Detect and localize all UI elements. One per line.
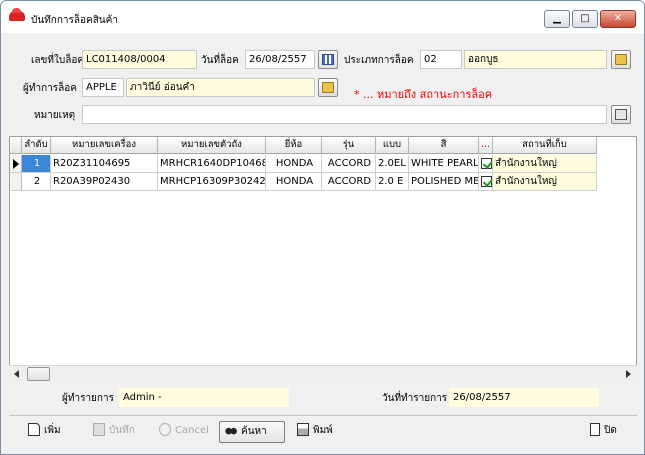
save-disk-icon xyxy=(93,422,105,436)
status-legend-note: * ... หมายถึง สถานะการล็อค xyxy=(354,88,493,101)
col-header-brand[interactable]: ยี่ห้อ xyxy=(266,137,322,154)
folder-icon xyxy=(322,82,334,93)
col-header-model[interactable]: รุ่น xyxy=(322,137,376,154)
row-indicator[interactable] xyxy=(10,173,22,191)
locker-label: ผู้ทำการล็อค xyxy=(23,83,77,94)
col-header-chassis[interactable]: หมายเลขตัวถัง xyxy=(158,137,266,154)
folder-icon xyxy=(615,54,627,65)
table-cell-model[interactable]: ACCORD xyxy=(322,155,376,173)
locked-checkbox-icon[interactable] xyxy=(481,176,492,187)
table-cell-status[interactable] xyxy=(479,155,493,173)
cancel-button[interactable]: Cancel xyxy=(154,421,216,443)
table-cell-no[interactable]: 1 xyxy=(22,155,51,173)
toolbar-divider xyxy=(9,415,637,416)
lock-type-lookup-button[interactable] xyxy=(611,50,631,69)
grid-corner xyxy=(10,137,22,154)
col-header-color[interactable]: สี xyxy=(409,137,479,154)
locker-lookup-button[interactable] xyxy=(318,78,338,97)
table-cell-brand[interactable]: HONDA xyxy=(266,173,322,191)
locker-name-field: ภาวินีย์ อ่อนคำ xyxy=(126,78,315,97)
lock-type-code-field[interactable]: 02 xyxy=(420,50,462,69)
print-button[interactable]: พิมพ์ xyxy=(292,421,348,443)
exit-label: ปิด xyxy=(604,425,617,436)
horizontal-scrollbar[interactable] xyxy=(9,365,637,382)
table-cell-chassis[interactable]: MRHCR1640DP10468 xyxy=(158,155,266,173)
cancel-icon xyxy=(159,422,171,436)
print-label: พิมพ์ xyxy=(313,425,333,436)
lock-date-field[interactable]: 26/08/2557 xyxy=(245,50,315,69)
cancel-label: Cancel xyxy=(175,425,209,436)
lock-date-label: วันที่ล็อค xyxy=(201,55,239,66)
col-header-location[interactable]: สถานที่เก็บ xyxy=(493,137,597,154)
table-cell-color[interactable]: POLISHED MET. xyxy=(409,173,479,191)
current-row-arrow-icon xyxy=(13,159,19,169)
table-cell-engine[interactable]: R20Z31104695 xyxy=(51,155,158,173)
table-cell-engine[interactable]: R20A39P02430 xyxy=(51,173,158,191)
close-window-button[interactable]: ✕ xyxy=(600,10,636,28)
locked-checkbox-icon[interactable] xyxy=(481,158,492,169)
table-cell-model[interactable]: ACCORD xyxy=(322,173,376,191)
table-cell-no[interactable]: 2 xyxy=(22,173,51,191)
scroll-right-icon[interactable] xyxy=(626,370,631,378)
table-cell-chassis[interactable]: MRHCP16309P302422 xyxy=(158,173,266,191)
col-header-type[interactable]: แบบ xyxy=(376,137,409,154)
lock-type-label: ประเภทการล็อค xyxy=(344,55,414,66)
remark-edit-button[interactable] xyxy=(611,105,631,124)
add-label: เพิ่ม xyxy=(44,425,61,436)
calculator-icon xyxy=(615,109,627,120)
search-button[interactable]: ค้นหา xyxy=(219,421,285,443)
record-info-bar: ผู้ทำรายการ Admin - วันที่ทำรายการ 26/08… xyxy=(9,384,637,409)
locker-code-field[interactable]: APPLE xyxy=(82,78,124,97)
calendar-icon xyxy=(322,54,334,65)
minimize-button[interactable]: ▁ xyxy=(544,10,570,28)
record-date-label: วันที่ทำรายการ xyxy=(382,393,448,404)
doc-no-label: เลขที่ใบล็อค xyxy=(31,55,85,66)
col-header-no[interactable]: ลำดับ xyxy=(22,137,51,154)
maximize-button[interactable]: □ xyxy=(572,10,598,28)
remark-field[interactable] xyxy=(82,105,607,124)
exit-button[interactable]: ปิด xyxy=(585,421,631,443)
title-bar: บันทึกการล็อคสินค้า ▁ □ ✕ xyxy=(1,1,644,33)
table-cell-type[interactable]: 2.0EL xyxy=(376,155,409,173)
record-date-value: 26/08/2557 xyxy=(449,388,599,407)
new-document-icon xyxy=(28,422,40,436)
lock-items-grid[interactable]: ลำดับ หมายเลขเครื่อง หมายเลขตัวถัง ยี่ห้… xyxy=(9,136,637,381)
binoculars-icon xyxy=(225,423,237,437)
add-button[interactable]: เพิ่ม xyxy=(23,421,73,443)
scroll-left-icon[interactable] xyxy=(14,370,19,378)
search-label: ค้นหา xyxy=(241,426,267,437)
remark-label: หมายเหตุ xyxy=(34,110,76,121)
table-cell-location[interactable]: สำนักงานใหญ่ xyxy=(493,155,597,173)
recorder-value: Admin - xyxy=(119,388,289,407)
table-cell-type[interactable]: 2.0 E xyxy=(376,173,409,191)
col-header-status[interactable]: ... xyxy=(479,137,493,154)
save-label: บันทึก xyxy=(109,425,135,436)
calendar-button[interactable] xyxy=(318,50,338,69)
lock-product-window: บันทึกการล็อคสินค้า ▁ □ ✕ เลขที่ใบล็อค L… xyxy=(0,0,645,455)
lock-type-name-field: ออกบูธ xyxy=(464,50,607,69)
row-indicator[interactable] xyxy=(10,155,22,173)
col-header-engine[interactable]: หมายเลขเครื่อง xyxy=(51,137,158,154)
table-cell-brand[interactable]: HONDA xyxy=(266,155,322,173)
scroll-thumb[interactable] xyxy=(27,367,50,381)
car-icon xyxy=(9,8,25,21)
exit-door-icon xyxy=(590,422,600,436)
doc-no-field[interactable]: LC011408/0004 xyxy=(82,50,197,69)
save-button[interactable]: บันทึก xyxy=(88,421,148,443)
window-title: บันทึกการล็อคสินค้า xyxy=(31,15,118,26)
table-cell-location[interactable]: สำนักงานใหญ่ xyxy=(493,173,597,191)
printer-icon xyxy=(297,422,309,436)
table-cell-color[interactable]: WHITE PEARL xyxy=(409,155,479,173)
recorder-label: ผู้ทำรายการ xyxy=(62,393,114,404)
table-cell-status[interactable] xyxy=(479,173,493,191)
